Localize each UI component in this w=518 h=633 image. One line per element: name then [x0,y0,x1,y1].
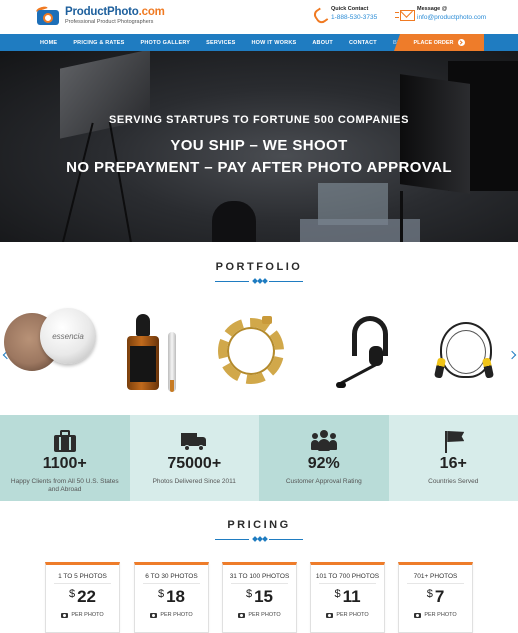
jump-rope-cable [446,330,486,374]
per-photo-label: PER PHOTO [223,612,296,618]
pricing-range: 101 TO 700 PHOTOS [315,573,380,580]
pricing-price: $7 [426,587,445,606]
per-photo-label: PER PHOTO [399,612,472,618]
pricing-card[interactable]: 6 TO 30 PHOTOS $18 PER PHOTO [134,562,209,633]
stat-number: 75000+ [167,455,222,472]
pricing-price: $22 [68,587,97,606]
stat-caption: Customer Approval Rating [285,478,362,485]
nav-about[interactable]: ABOUT [312,40,333,46]
place-order-label: PLACE ORDER [413,39,454,46]
headset-mic [336,382,346,388]
pricing-range: 701+ PHOTOS [413,573,458,580]
pricing-price: $18 [157,587,186,606]
serum-bottle-label [130,346,156,382]
message-label: Message @ [417,6,448,12]
portfolio-item-makeup-jar[interactable]: essencia [40,308,96,364]
nav-pricing-rates[interactable]: PRICING & RATES [73,40,124,46]
truck-icon [181,430,207,452]
jump-rope-handle [482,357,494,379]
per-photo-label: PER PHOTO [46,612,119,618]
logo-tagline: Professional Product Photographers [65,19,154,25]
pricing-card[interactable]: 101 TO 700 PHOTOS $11 PER PHOTO [310,562,385,633]
mail-icon [395,8,415,22]
nav-services[interactable]: SERVICES [206,40,235,46]
pricing-card[interactable]: 31 TO 100 PHOTOS $15 PER PHOTO [222,562,297,633]
pricing-cards: 1 TO 5 PHOTOS $22 PER PHOTO 6 TO 30 PHOT… [45,562,475,633]
stat-countries: 16+ Countries Served [388,415,518,501]
portfolio-item-serum-bottle[interactable] [136,314,150,336]
stat-number: 1100+ [42,455,87,472]
flag-icon [440,430,466,453]
portfolio-item-gold-chain[interactable] [218,318,284,384]
camera-icon [61,612,69,618]
stat-caption: Countries Served [428,478,479,485]
pricing-range: 6 TO 30 PHOTOS [145,573,198,580]
message-email[interactable]: info@productphoto.com [417,14,486,22]
carousel-next-icon[interactable] [509,350,517,360]
pricing-range: 31 TO 100 PHOTOS [229,573,290,580]
quick-contact[interactable]: Quick Contact 1-888-530-3735 [313,6,377,22]
nav-how-it-works[interactable]: HOW IT WORKS [252,40,297,46]
logo[interactable]: ProductPhoto.com Professional Product Ph… [35,5,165,26]
pricing-range: 1 TO 5 PHOTOS [58,573,107,580]
nav-contact[interactable]: CONTACT [349,40,377,46]
pricing-card[interactable]: 1 TO 5 PHOTOS $22 PER PHOTO [45,562,120,633]
jar-brand-label: essencia [52,331,84,341]
hero-headline-2: NO PREPAYMENT – PAY AFTER PHOTO APPROVAL [66,159,452,176]
phone-icon [313,8,327,22]
hero-headline-1: YOU SHIP – WE SHOOT [170,137,348,154]
section-divider [215,536,303,543]
pricing-price: $11 [334,587,361,606]
camera-icon [150,612,158,618]
quick-contact-label: Quick Contact [331,6,369,12]
hero-banner: SERVING STARTUPS TO FORTUNE 500 COMPANIE… [0,51,518,242]
briefcase-icon [52,430,78,452]
stat-photos: 75000+ Photos Delivered Since 2011 [129,415,259,501]
light-stand [400,191,403,242]
stat-number: 92% [307,455,340,472]
quick-contact-phone[interactable]: 1-888-530-3735 [331,14,377,22]
stat-caption: Photos Delivered Since 2011 [152,478,236,485]
stat-caption: Happy Clients from All 50 U.S. States an… [10,478,119,493]
photographer-silhouette [212,201,256,242]
nav-photo-gallery[interactable]: PHOTO GALLERY [141,40,191,46]
camera-logo-icon [35,5,62,26]
serum-dropper-tip [170,380,174,392]
stats-band: 1100+ Happy Clients from All 50 U.S. Sta… [0,415,518,501]
pricing-price: $15 [245,587,274,606]
users-icon [310,430,337,452]
top-header: ProductPhoto.com Professional Product Ph… [0,0,518,34]
per-photo-label: PER PHOTO [135,612,208,618]
camera-icon [238,612,246,618]
per-photo-label: PER PHOTO [311,612,384,618]
portfolio-title: PORTFOLIO [215,261,303,273]
hero-subtitle: SERVING STARTUPS TO FORTUNE 500 COMPANIE… [108,114,410,126]
camera-icon [326,612,334,618]
camera-icon [414,612,422,618]
message-contact[interactable]: Message @ info@productphoto.com [395,6,486,22]
nav-home[interactable]: HOME [40,40,57,46]
place-order-button[interactable]: PLACE ORDER [394,34,484,51]
section-divider [215,278,303,285]
logo-name: ProductPhoto.com [65,5,165,18]
stat-number: 16+ [439,455,467,472]
pricing-card[interactable]: 701+ PHOTOS $7 PER PHOTO [398,562,473,633]
stat-clients: 1100+ Happy Clients from All 50 U.S. Sta… [0,415,130,501]
arrow-right-icon [457,39,465,46]
stat-approval: 92% Customer Approval Rating [259,415,389,501]
pricing-title: PRICING [227,519,291,531]
chain-clasp [262,316,272,324]
